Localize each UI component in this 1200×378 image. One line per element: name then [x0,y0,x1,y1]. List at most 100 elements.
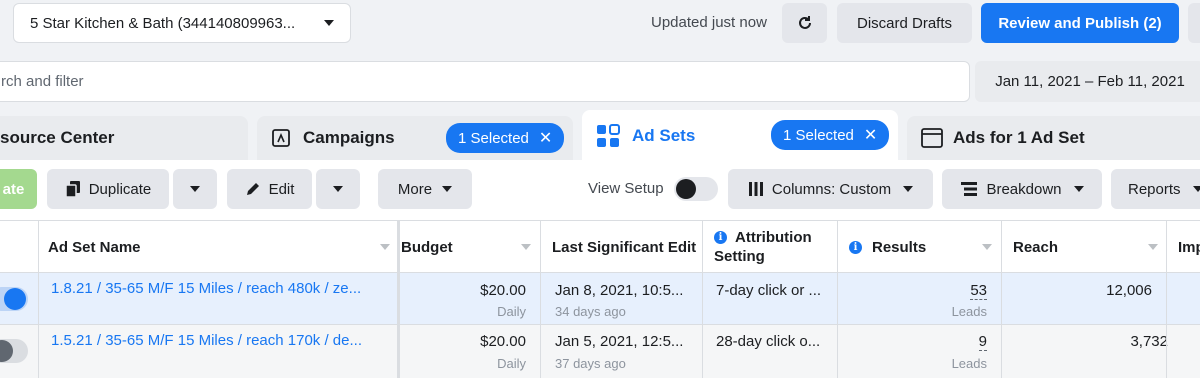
col-header-attribution[interactable]: i Attribution Setting [714,221,834,273]
duplicate-button[interactable]: Duplicate [47,169,169,209]
budget-type: Daily [497,304,526,319]
create-button[interactable]: ate [0,169,37,209]
sort-icon[interactable] [380,244,390,250]
ad-icon [921,128,943,148]
last-edit-date: Jan 8, 2021, 10:5... [555,282,684,299]
column-divider [837,220,838,378]
more-label: More [397,180,433,198]
sort-icon[interactable] [1148,244,1158,250]
col-header-attribution-line1: Attribution [735,229,812,246]
tab-resource-center[interactable]: source Center [0,116,248,160]
columns-icon [748,181,764,197]
tab-campaigns[interactable]: Campaigns 1 Selected ✕ [257,116,573,160]
attribution-value: 7-day click or ... [716,282,822,299]
column-divider [1001,220,1002,378]
results-type: Leads [951,356,987,371]
sort-icon[interactable] [982,244,992,250]
col-header-results[interactable]: i Results [849,221,992,273]
view-setup-label: View Setup [588,180,664,197]
results-type: Leads [951,304,987,319]
budget-value: $20.00 [480,282,526,299]
edit-label: Edit [268,180,295,198]
view-setup-toggle[interactable] [674,177,718,201]
overflow-button[interactable] [1188,3,1200,43]
results-value[interactable]: 9 [978,333,987,351]
duplicate-label: Duplicate [88,180,152,198]
table-row[interactable]: 1.8.21 / 35-65 M/F 15 Miles / reach 480k… [0,273,1200,325]
campaigns-selected-pill[interactable]: 1 Selected ✕ [446,123,565,153]
refresh-icon [796,14,814,32]
duplicate-dropdown-button[interactable] [173,169,217,209]
ad-set-name-link[interactable]: 1.5.21 / 35-65 M/F 15 Miles / reach 170k… [51,332,362,349]
columns-button[interactable]: Columns: Custom [728,169,933,209]
edit-dropdown-button[interactable] [316,169,360,209]
breakdown-label: Breakdown [986,180,1062,198]
search-bar[interactable]: rch and filter [0,61,970,102]
toggle-knob [4,288,26,310]
column-divider [38,220,39,378]
tab-ads[interactable]: Ads for 1 Ad Set [907,116,1200,160]
refresh-button[interactable] [782,3,827,43]
table-row[interactable]: 1.5.21 / 35-65 M/F 15 Miles / reach 170k… [0,325,1200,378]
col-header-results-label: Results [872,238,927,256]
tab-campaigns-label: Campaigns [303,128,395,147]
breakdown-icon [960,181,978,197]
breakdown-button[interactable]: Breakdown [942,169,1102,209]
column-divider[interactable] [397,220,400,378]
budget-value: $20.00 [480,333,526,350]
attribution-value: 28-day click o... [716,333,821,350]
col-header-budget[interactable]: Budget [401,221,531,273]
col-header-impressions[interactable]: Imp [1178,221,1200,273]
updated-status: Updated just now [651,14,767,31]
pencil-icon [245,181,261,197]
campaign-icon [271,128,291,148]
row-toggle[interactable] [0,339,28,363]
discard-drafts-button[interactable]: Discard Drafts [837,3,972,43]
tab-ad-sets[interactable]: Ad Sets 1 Selected ✕ [582,110,898,161]
col-header-name[interactable]: Ad Set Name [48,221,390,273]
chevron-down-icon [1073,186,1084,192]
reports-button[interactable]: Reports [1111,169,1200,209]
adsets-selected-label: 1 Selected [783,126,854,144]
ad-set-name-link[interactable]: 1.8.21 / 35-65 M/F 15 Miles / reach 480k… [51,280,361,297]
close-icon[interactable]: ✕ [539,128,552,148]
budget-type: Daily [497,356,526,371]
tab-ad-sets-label: Ad Sets [632,125,696,145]
toggle-knob [0,340,13,362]
account-selector[interactable]: 5 Star Kitchen & Bath (344140809963... [13,3,351,43]
chevron-down-icon [333,186,343,192]
col-header-impressions-label: Imp [1178,238,1200,256]
column-divider [1166,220,1167,378]
adsets-selected-pill[interactable]: 1 Selected ✕ [771,120,890,150]
col-header-reach[interactable]: Reach [1013,221,1158,273]
review-publish-button[interactable]: Review and Publish (2) [981,3,1179,43]
column-divider [540,220,541,378]
chevron-down-icon [1192,186,1200,192]
col-header-budget-label: Budget [401,238,453,256]
column-divider [702,220,703,378]
row-toggle[interactable] [0,287,28,311]
reports-label: Reports [1128,180,1181,198]
info-icon[interactable]: i [714,231,727,244]
chevron-down-icon [324,20,334,26]
sort-icon[interactable] [521,244,531,250]
toggle-knob [676,179,696,199]
more-button[interactable]: More [378,169,472,209]
col-header-last-edit[interactable]: Last Significant Edit [552,221,697,273]
search-input[interactable]: rch and filter [1,73,84,90]
edit-button[interactable]: Edit [227,169,312,209]
chevron-down-icon [442,186,453,192]
col-header-reach-label: Reach [1013,238,1059,256]
duplicate-icon [64,180,81,198]
close-icon[interactable]: ✕ [864,125,877,145]
info-icon[interactable]: i [849,240,862,254]
tab-resource-label: source Center [0,128,115,147]
col-header-name-label: Ad Set Name [48,238,141,256]
date-range-picker[interactable]: Jan 11, 2021 – Feb 11, 2021 [975,61,1200,102]
campaigns-selected-label: 1 Selected [458,129,529,147]
col-header-last-edit-label: Last Significant Edit [552,238,697,256]
chevron-down-icon [190,186,200,192]
last-edit-ago: 37 days ago [555,356,626,371]
columns-label: Columns: Custom [771,180,892,198]
results-value[interactable]: 53 [970,282,987,300]
